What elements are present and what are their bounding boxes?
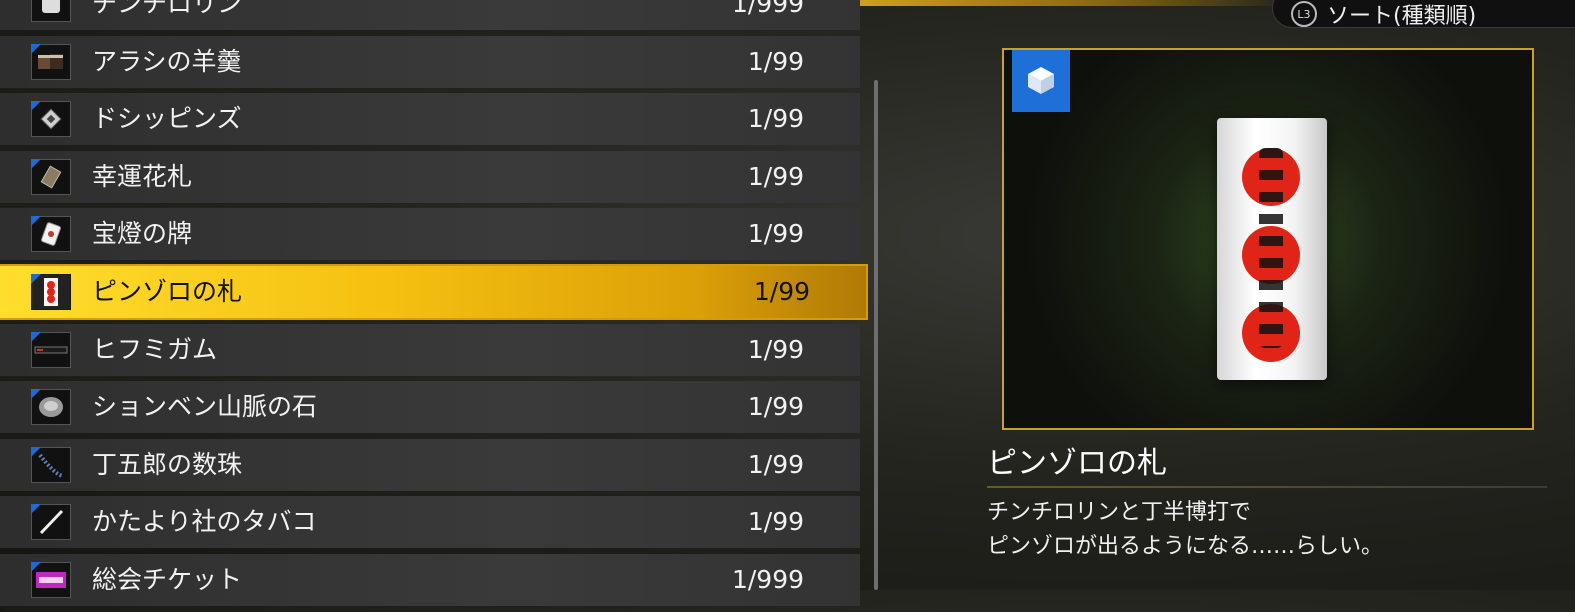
list-item[interactable]: ドシッピンズ 1/99 [0, 93, 860, 146]
item-count: 1/99 [747, 449, 804, 479]
item-count: 1/999 [731, 0, 804, 18]
detail-description: チンチロリンと丁半博打で ピンゾロが出るようになる……らしい。 [987, 496, 1383, 564]
description-line: ピンゾロが出るようになる……らしい。 [987, 534, 1384, 559]
item-count: 1/999 [731, 564, 804, 594]
talisman-icon [31, 273, 71, 310]
list-item[interactable]: かたより社のタバコ 1/99 [0, 496, 860, 549]
hanafuda-icon [31, 158, 71, 195]
item-name: 総会チケット [92, 564, 243, 594]
description-line: チンチロリンと丁半博打で [987, 500, 1252, 525]
item-count: 1/99 [747, 392, 804, 422]
item-name: 宝燈の牌 [92, 219, 193, 249]
item-name: ヒフミガム [92, 334, 218, 364]
list-item[interactable]: チンチロリン 1/999 [0, 0, 860, 30]
item-preview [1002, 48, 1534, 430]
list-item-selected[interactable]: ピンゾロの札 1/99 [0, 265, 866, 318]
list-item[interactable]: ヒフミガム 1/99 [0, 323, 860, 376]
list-item[interactable]: 総会チケット 1/999 [0, 553, 860, 606]
item-name: ションベン山脈の石 [92, 392, 318, 422]
mahjong-tile-icon [31, 216, 71, 253]
beads-icon [31, 446, 71, 483]
talisman-script [1259, 148, 1283, 348]
list-item[interactable]: 幸運花札 1/99 [0, 150, 860, 203]
item-count: 1/99 [747, 161, 804, 191]
list-item[interactable]: アラシの羊羹 1/99 [0, 35, 860, 88]
detail-title: ピンゾロの札 [987, 446, 1167, 481]
item-name: かたより社のタバコ [92, 507, 317, 537]
item-count: 1/99 [747, 334, 804, 364]
item-list: チンチロリン 1/999 アラシの羊羹 1/99 ドシッピンズ 1/99 幸運花… [0, 0, 866, 612]
item-name: ピンゾロの札 [92, 276, 243, 306]
cube-icon [1012, 50, 1070, 112]
item-name: ドシッピンズ [92, 104, 242, 134]
stone-icon [31, 389, 71, 426]
yokan-icon [31, 43, 71, 80]
list-item[interactable]: 宝燈の牌 1/99 [0, 208, 860, 261]
dice-icon [31, 0, 71, 22]
gum-icon [31, 331, 71, 368]
item-name: 幸運花札 [92, 161, 193, 191]
tile-icon [31, 101, 71, 138]
item-name: 丁五郎の数珠 [92, 449, 243, 479]
sort-button[interactable]: L3 ソート(種類順) [1272, 0, 1575, 29]
item-count: 1/99 [753, 276, 810, 306]
list-item[interactable]: 丁五郎の数珠 1/99 [0, 438, 860, 491]
cigarette-icon [31, 504, 71, 541]
talisman-image [1217, 118, 1327, 380]
ticket-icon [31, 561, 71, 598]
sort-label: ソート(種類順) [1327, 4, 1477, 29]
item-count: 1/99 [747, 46, 804, 76]
l3-button-icon: L3 [1291, 1, 1317, 27]
list-scrollbar[interactable] [874, 80, 878, 590]
detail-divider [987, 486, 1547, 488]
item-count: 1/99 [747, 507, 804, 537]
item-name: チンチロリン [92, 0, 243, 18]
item-count: 1/99 [747, 219, 804, 249]
item-count: 1/99 [747, 104, 804, 134]
list-item[interactable]: ションベン山脈の石 1/99 [0, 381, 860, 434]
item-name: アラシの羊羹 [92, 46, 242, 76]
